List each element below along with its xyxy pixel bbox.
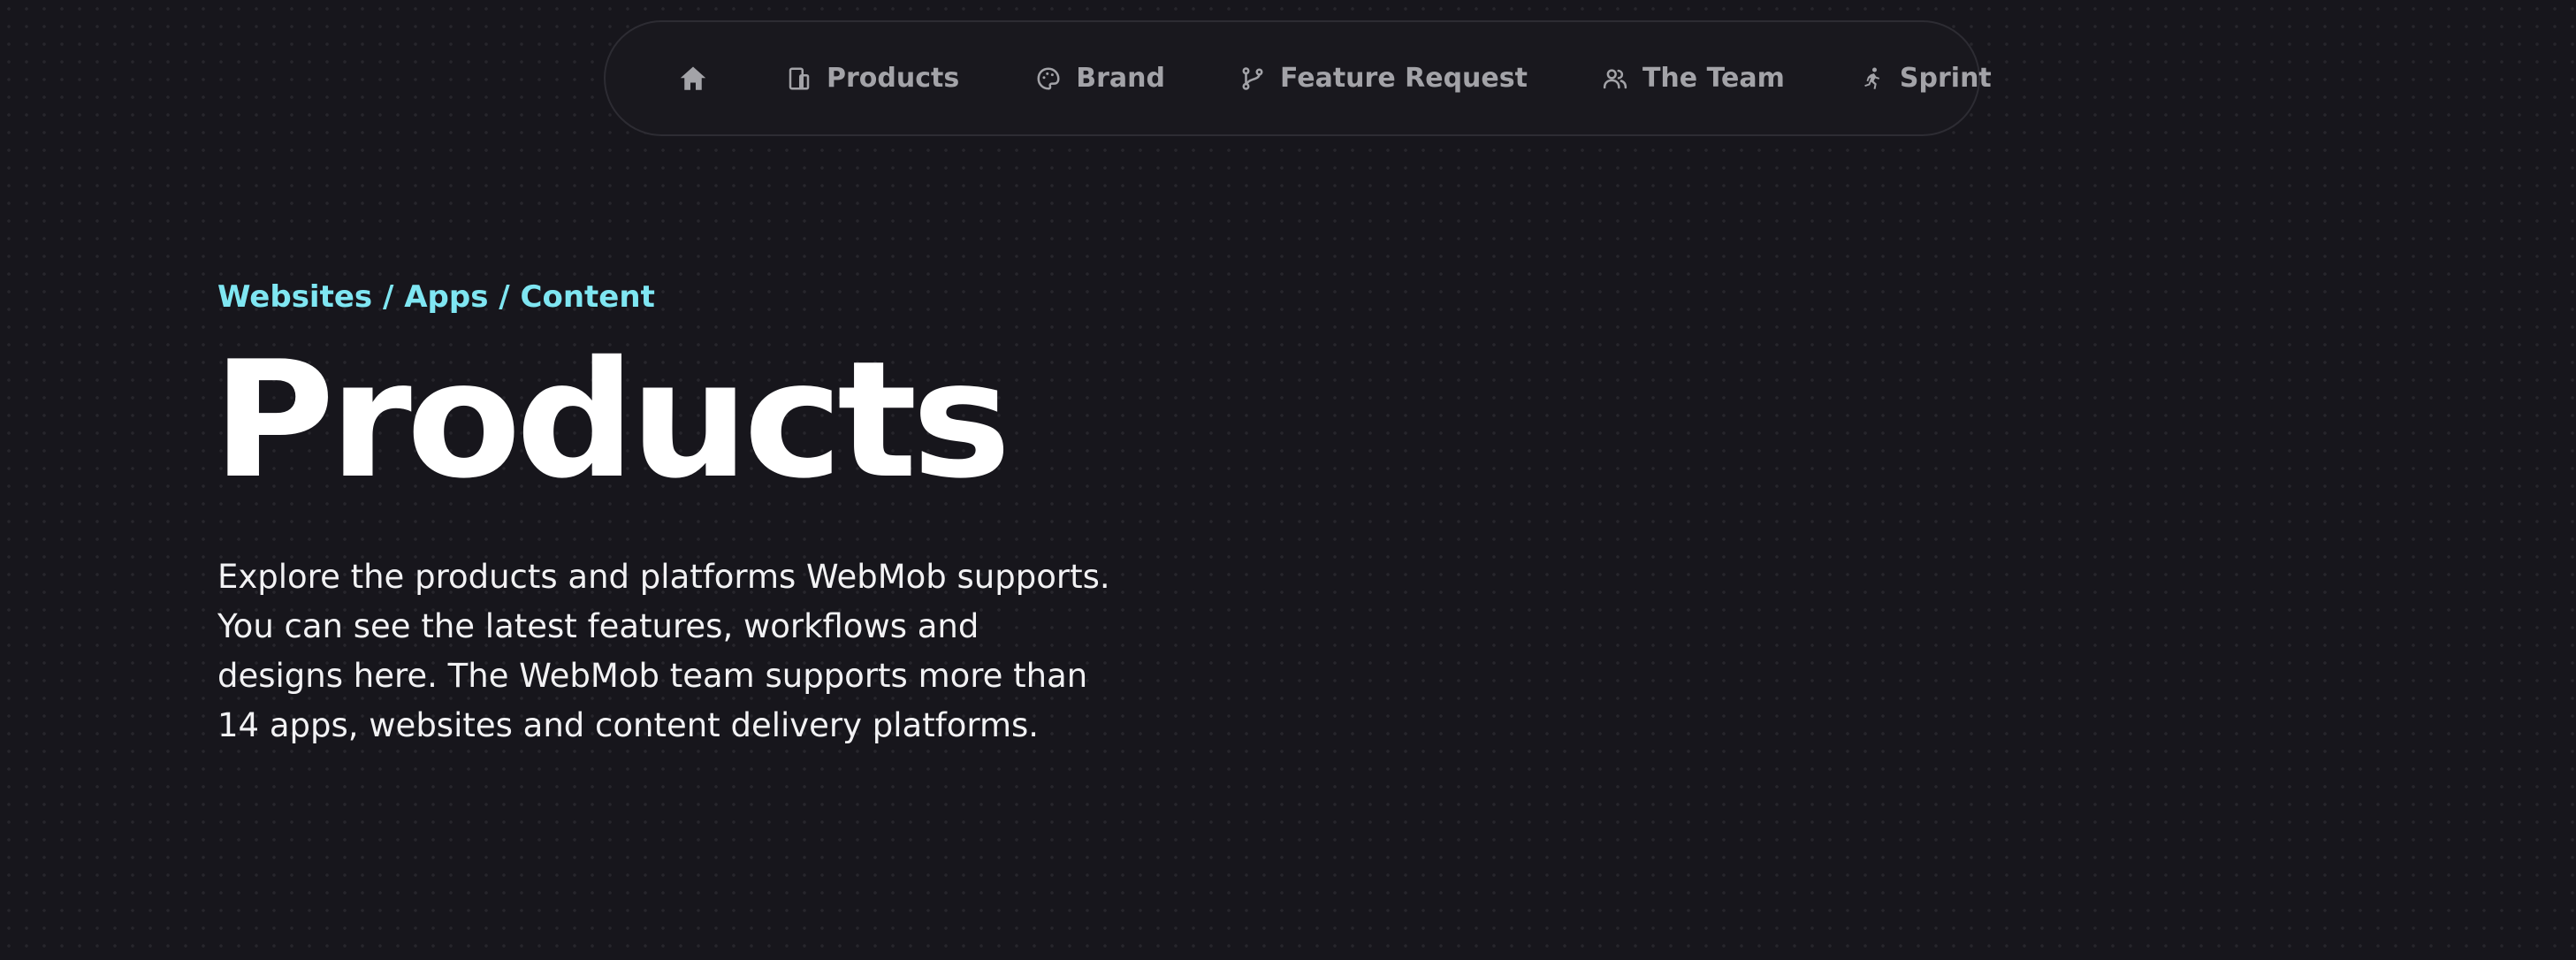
breadcrumb: Websites / Apps / Content (217, 279, 655, 315)
nav-item-the-team[interactable]: The Team (1600, 63, 1785, 94)
nav-item-brand-label: Brand (1076, 63, 1165, 94)
home-icon (676, 62, 710, 95)
nav-item-feature-request[interactable]: Feature Request (1238, 63, 1528, 94)
nav-item-the-team-label: The Team (1642, 63, 1785, 94)
palette-icon (1033, 64, 1063, 94)
products-icon (784, 64, 814, 94)
nav-item-sprint[interactable]: Sprint (1857, 63, 1992, 94)
nav-item-brand[interactable]: Brand (1033, 63, 1165, 94)
nav-item-products[interactable]: Products (784, 63, 959, 94)
nav-item-products-label: Products (827, 63, 960, 94)
running-icon (1857, 64, 1887, 94)
nav-item-sprint-label: Sprint (1899, 63, 1992, 94)
intro-paragraph: Explore the products and platforms WebMo… (217, 558, 1110, 744)
git-branch-icon (1238, 64, 1268, 94)
page-title: Products (212, 326, 1011, 514)
top-navigation: Products Brand Feature Request The Team … (604, 20, 1992, 136)
nav-item-feature-request-label: Feature Request (1279, 63, 1528, 94)
nav-item-home[interactable] (676, 62, 710, 95)
users-icon (1600, 64, 1630, 94)
